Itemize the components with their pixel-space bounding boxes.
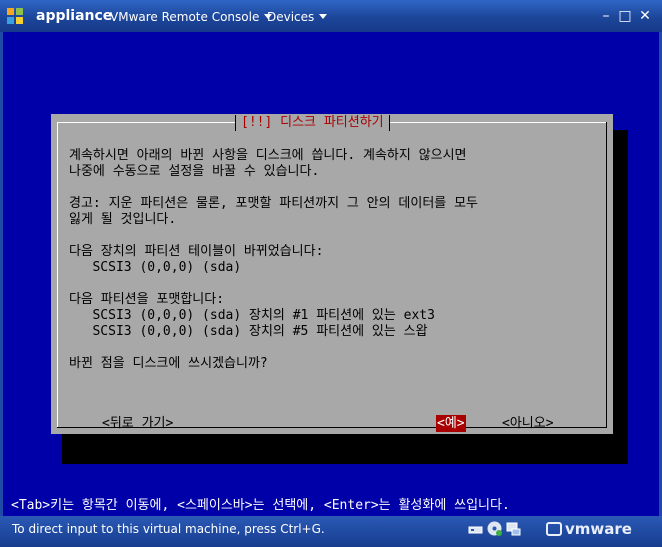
- dialog-message: 계속하시면 아래의 바뀐 사항을 디스크에 씁니다. 계속하지 않으시면 나중에…: [69, 148, 479, 371]
- maximize-button[interactable]: □: [618, 9, 632, 23]
- status-bar: To direct input to this virtual machine,…: [0, 516, 662, 547]
- vmware-logo-icon: [546, 522, 562, 536]
- vmware-logo: vmware: [546, 520, 632, 538]
- status-text: To direct input to this virtual machine,…: [12, 522, 325, 536]
- minimize-button[interactable]: –: [599, 9, 613, 23]
- vmware-brand-text: vmware: [565, 520, 632, 538]
- cd-drive-icon[interactable]: [486, 520, 503, 537]
- chevron-down-icon: [319, 14, 328, 19]
- vmware-app-icon: [7, 8, 23, 24]
- usb-device-icon[interactable]: [505, 520, 522, 537]
- menu-label: VMware Remote Console: [110, 10, 260, 24]
- menu-devices[interactable]: Devices: [267, 10, 328, 24]
- network-device-icon[interactable]: [467, 520, 484, 537]
- app-title: appliance: [36, 8, 113, 24]
- vmware-remote-console-window: appliance VMware Remote Console Devices …: [0, 0, 662, 547]
- vm-console-screen[interactable]: [!!] 디스크 파티션하기 계속하시면 아래의 바뀐 사항을 디스크에 씁니다…: [3, 32, 659, 516]
- no-button[interactable]: <아니오>: [501, 415, 555, 432]
- close-button[interactable]: ✕: [638, 9, 652, 23]
- back-button[interactable]: <뒤로 가기>: [101, 415, 174, 432]
- menu-vmware-remote-console[interactable]: VMware Remote Console: [110, 10, 273, 24]
- keyboard-hint: <Tab>키는 항목간 이동에, <스페이스바>는 선택에, <Enter>는 …: [11, 498, 510, 513]
- partition-dialog: [!!] 디스크 파티션하기 계속하시면 아래의 바뀐 사항을 디스크에 씁니다…: [51, 114, 613, 434]
- title-bar: appliance VMware Remote Console Devices …: [0, 0, 662, 32]
- yes-button[interactable]: <예>: [436, 415, 466, 432]
- menu-label: Devices: [267, 10, 315, 24]
- dialog-title: [!!] 디스크 파티션하기: [235, 114, 390, 132]
